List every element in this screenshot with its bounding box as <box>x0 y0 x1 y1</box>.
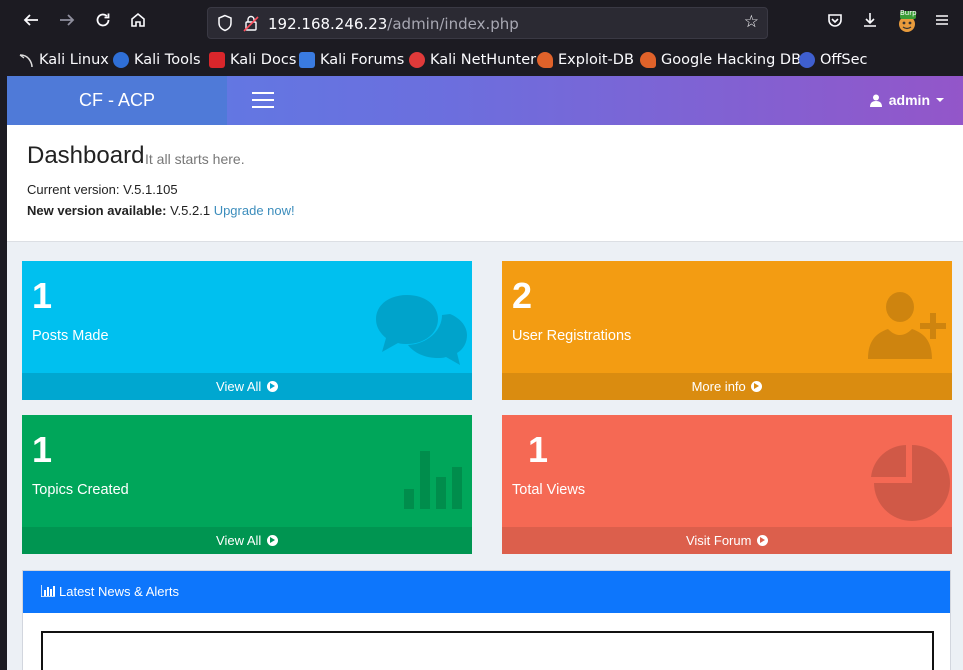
stat-box-posts: 1 Posts Made View All <box>22 261 472 400</box>
stat-label: User Registrations <box>512 328 632 344</box>
bookmark-google-hacking-db[interactable]: Google Hacking DB <box>640 49 801 71</box>
new-version-line: New version available: V.5.2.1 Upgrade n… <box>27 203 295 218</box>
stat-value: 1 <box>32 275 53 316</box>
url-text: 192.168.246.23/admin/index.php <box>268 15 519 33</box>
pocket-icon[interactable] <box>824 11 846 33</box>
arrow-circle-right-icon <box>757 535 769 546</box>
user-menu[interactable]: admin <box>869 92 944 108</box>
user-name: admin <box>888 92 930 108</box>
bookmark-kali-linux[interactable]: Kali Linux <box>18 49 109 71</box>
page-title: Dashboard <box>27 142 145 169</box>
bookmark-kali-nethunter[interactable]: Kali NetHunter <box>409 49 536 71</box>
bookmark-kali-forums[interactable]: Kali Forums <box>299 49 404 71</box>
caret-down-icon <box>936 98 944 102</box>
new-version-value: V.5.2.1 <box>166 203 214 218</box>
ghdb-icon <box>640 52 656 68</box>
comments-icon <box>376 295 467 365</box>
shield-icon[interactable] <box>217 14 233 32</box>
forward-icon[interactable] <box>56 11 78 33</box>
arrow-circle-right-icon <box>266 535 278 546</box>
home-icon[interactable] <box>127 11 149 33</box>
nethunter-icon <box>409 52 425 68</box>
kali-tools-icon <box>113 52 129 68</box>
top-navbar: CF - ACP admin <box>7 76 963 125</box>
upgrade-link[interactable]: Upgrade now! <box>214 203 295 218</box>
arrow-circle-right-icon <box>266 381 278 392</box>
bookmark-kali-docs[interactable]: Kali Docs <box>209 49 296 71</box>
offsec-icon <box>799 52 815 68</box>
insecure-lock-icon[interactable] <box>243 14 259 32</box>
bookmark-kali-tools[interactable]: Kali Tools <box>113 49 201 71</box>
new-version-label: New version available: <box>27 203 167 218</box>
visit-forum-link[interactable]: Visit Forum <box>502 527 952 554</box>
user-icon <box>869 94 882 107</box>
page-subtitle: It all starts here. <box>145 151 245 167</box>
bookmarks-bar: Kali Linux Kali Tools Kali Docs Kali For… <box>0 44 963 76</box>
news-panel-header: Latest News & Alerts <box>23 571 950 613</box>
sidebar-toggle-icon[interactable] <box>252 92 274 108</box>
bookmark-exploit-db[interactable]: Exploit-DB <box>537 49 634 71</box>
user-plus-icon <box>868 292 946 359</box>
kali-docs-icon <box>209 52 225 68</box>
bar-chart-icon <box>40 585 55 598</box>
burp-badge: Burp <box>900 9 917 17</box>
stat-box-registrations: 2 User Registrations More info <box>502 261 952 400</box>
stat-value: 2 <box>512 275 533 316</box>
stat-value: 1 <box>32 429 53 470</box>
kali-dragon-icon <box>18 52 34 68</box>
content-header: Dashboard It all starts here. Current ve… <box>7 125 963 242</box>
arrow-circle-right-icon <box>751 381 763 392</box>
burp-extension-icon[interactable]: Burp <box>896 9 918 33</box>
stat-value: 1 <box>528 429 549 470</box>
reload-icon[interactable] <box>92 11 114 33</box>
downloads-icon[interactable] <box>859 11 881 33</box>
news-title: Latest News & Alerts <box>59 584 179 599</box>
bookmark-offsec[interactable]: OffSec <box>799 49 868 71</box>
url-bar[interactable]: 192.168.246.23/admin/index.php ☆ <box>207 7 768 39</box>
view-all-posts-link[interactable]: View All <box>22 373 472 400</box>
news-panel: Latest News & Alerts <box>22 570 951 670</box>
current-version: Current version: V.5.1.105 <box>27 182 178 197</box>
stat-label: Topics Created <box>32 482 129 498</box>
news-iframe[interactable] <box>41 631 934 670</box>
exploit-db-icon <box>537 52 553 68</box>
more-info-link[interactable]: More info <box>502 373 952 400</box>
brand-logo[interactable]: CF - ACP <box>7 76 227 125</box>
browser-toolbar: 192.168.246.23/admin/index.php ☆ Burp <box>0 0 963 44</box>
kali-forums-icon <box>299 52 315 68</box>
page-viewport: CF - ACP admin Dashboard It all starts h… <box>7 76 963 670</box>
back-icon[interactable] <box>20 11 42 33</box>
stat-box-views: 1 Total Views Visit Forum <box>502 415 952 554</box>
bar-chart-icon <box>404 451 462 509</box>
pie-chart-icon <box>871 445 950 521</box>
stat-label: Posts Made <box>32 328 109 344</box>
view-all-topics-link[interactable]: View All <box>22 527 472 554</box>
bookmark-star-icon[interactable]: ☆ <box>744 12 759 32</box>
stat-label: Total Views <box>512 482 586 498</box>
stat-box-topics: 1 Topics Created View All <box>22 415 472 554</box>
menu-icon[interactable] <box>931 11 953 33</box>
